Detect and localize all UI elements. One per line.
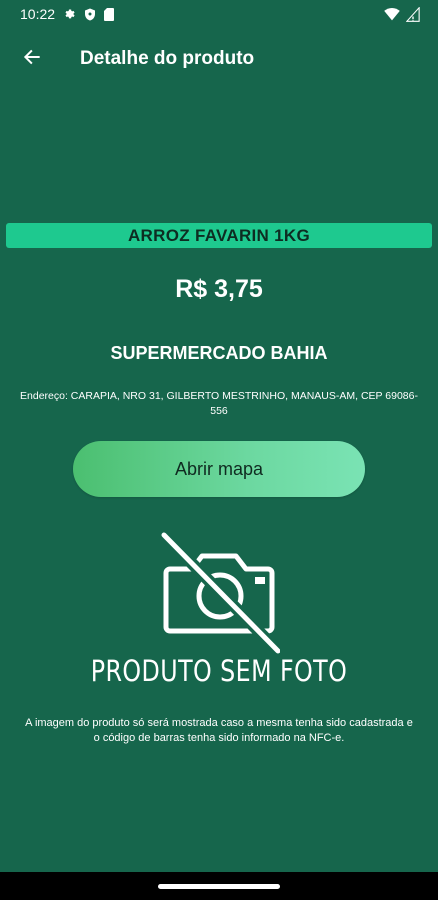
shield-icon <box>84 8 96 21</box>
status-bar: 10:22 <box>0 0 438 28</box>
product-name: ARROZ FAVARIN 1KG <box>6 223 432 248</box>
sim-card-icon <box>104 7 115 21</box>
no-photo-label: PRODUTO SEM FOTO <box>90 654 348 688</box>
page-title: Detalhe do produto <box>80 48 255 69</box>
wifi-icon <box>384 7 400 21</box>
home-gesture-handle[interactable] <box>158 884 280 889</box>
store-name: SUPERMERCADO BAHIA <box>110 343 328 363</box>
camera-off-icon <box>159 530 283 656</box>
gear-icon <box>63 8 76 21</box>
arrow-left-icon <box>22 47 42 72</box>
status-time: 10:22 <box>20 6 56 22</box>
no-photo-note: A imagem do produto só será mostrada cas… <box>25 717 413 744</box>
back-button[interactable] <box>12 39 52 79</box>
open-map-button-label: Abrir mapa <box>174 458 264 479</box>
cellular-signal-icon <box>406 6 420 22</box>
product-price: R$ 3,75 <box>175 275 263 303</box>
app-bar: Detalhe do produto <box>0 36 438 82</box>
open-map-button[interactable]: Abrir mapa <box>73 441 365 497</box>
store-address: Endereço: CARAPIA, NRO 31, GILBERTO MEST… <box>20 390 418 417</box>
product-detail-screen: 10:22 Detalhe do produto ARROZ FAVARIN 1… <box>0 0 438 900</box>
status-left: 10:22 <box>20 6 115 22</box>
status-right <box>384 6 420 22</box>
